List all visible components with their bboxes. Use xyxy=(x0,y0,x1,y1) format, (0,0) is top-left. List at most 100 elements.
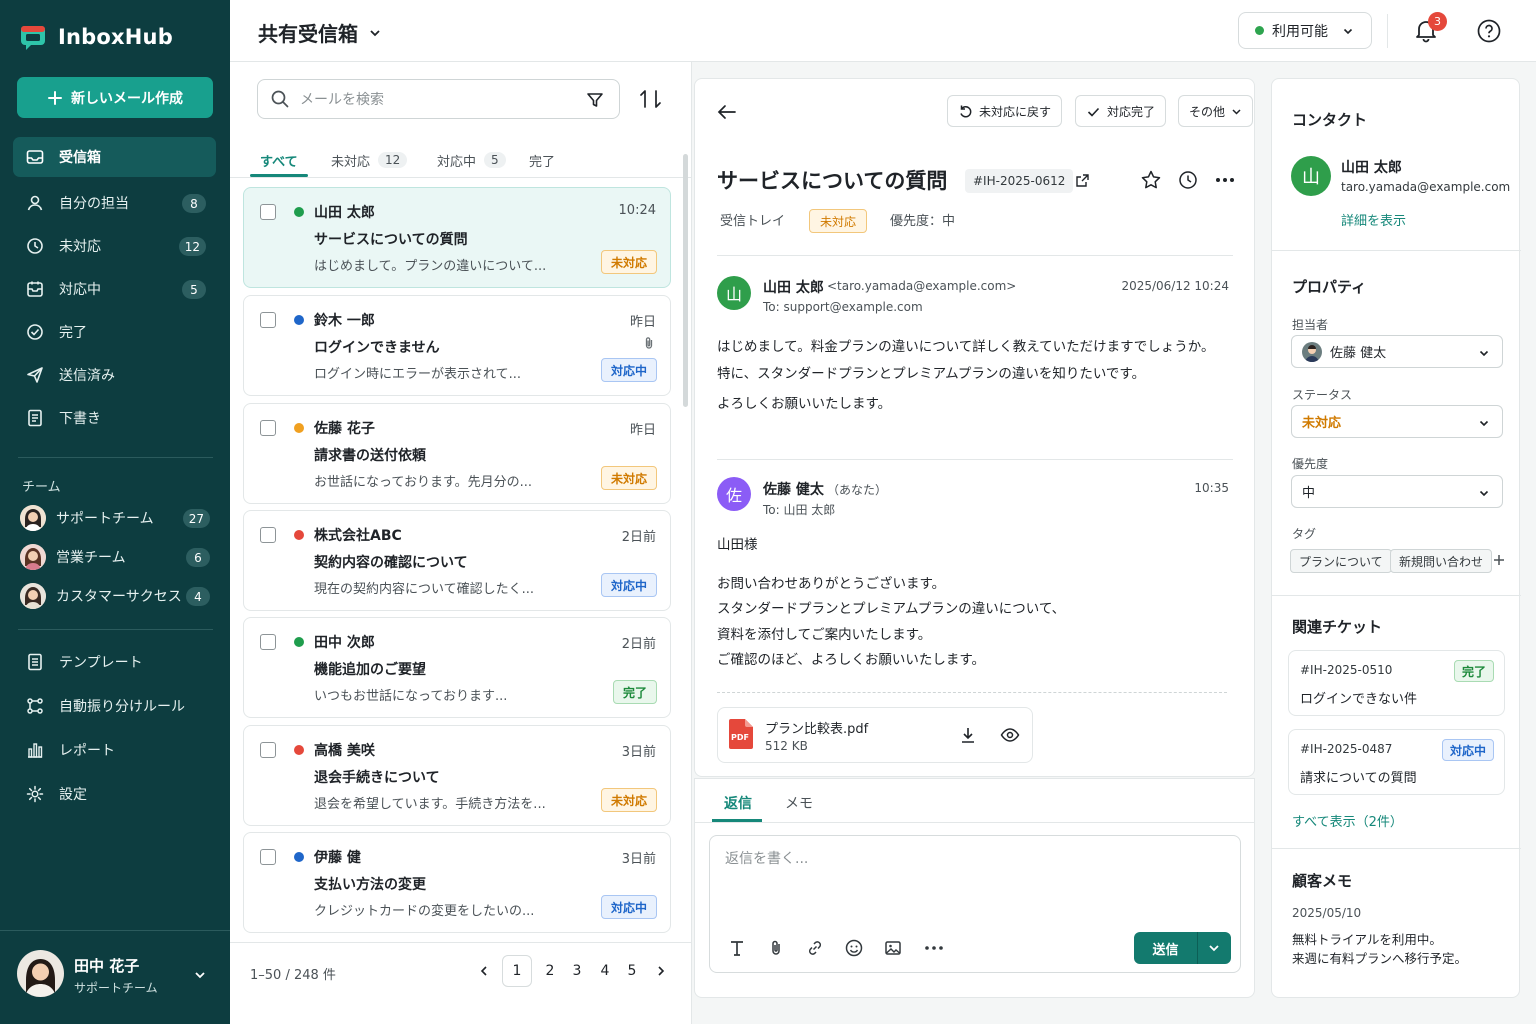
select-checkbox[interactable] xyxy=(260,312,276,328)
availability-dropdown[interactable]: 利用可能 xyxy=(1238,12,1372,49)
tab-pending[interactable]: 未対応 12 xyxy=(331,144,408,176)
send-button[interactable]: 送信 xyxy=(1134,939,1197,958)
mail-list-item[interactable]: 株式会社ABC 2日前 契約内容の確認について 現在の契約内容について確認したく...… xyxy=(243,510,671,611)
compose-label: 新しいメール作成 xyxy=(71,90,183,107)
mail-list-item[interactable]: 伊藤 健 3日前 支払い方法の変更 クレジットカードの変更をしたいの... 対応中 xyxy=(243,832,671,933)
sort-icon[interactable] xyxy=(638,87,664,111)
tab-all[interactable]: すべて xyxy=(260,144,298,176)
chevron-left-icon[interactable] xyxy=(477,964,491,978)
nav-label: レポート xyxy=(59,743,115,759)
mail-sender: 鈴木 一郎 xyxy=(314,313,375,329)
search-box[interactable]: メールを検索 xyxy=(257,79,620,119)
assignee-select[interactable]: 佐藤 健太 xyxy=(1291,335,1503,368)
tab-done[interactable]: 完了 xyxy=(529,144,555,176)
nav-templates[interactable]: テンプレート xyxy=(13,642,216,682)
nav-pending[interactable]: 未対応 12 xyxy=(13,226,216,266)
nav-settings[interactable]: 設定 xyxy=(13,774,216,814)
chevron-down-icon[interactable] xyxy=(1207,941,1221,955)
star-icon[interactable] xyxy=(1140,169,1162,191)
page-2[interactable]: 2 xyxy=(539,955,561,987)
more-actions-button[interactable]: その他 xyxy=(1178,95,1254,127)
related-ticket[interactable]: #IH-2025-0510 ログインできない件 完了 xyxy=(1288,650,1505,716)
filter-icon[interactable] xyxy=(585,90,605,110)
mark-done-button[interactable]: 対応完了 xyxy=(1075,95,1167,127)
contact-details-link[interactable]: 詳細を表示 xyxy=(1341,210,1406,229)
nav-reports[interactable]: レポート xyxy=(13,730,216,770)
compose-button[interactable]: 新しいメール作成 xyxy=(17,77,213,118)
reopen-button[interactable]: 未対応に戻す xyxy=(947,95,1063,127)
mail-list-item[interactable]: 高橋 美咲 3日前 退会手続きについて 退会を希望しています。手続き方法を... 未対応 xyxy=(243,725,671,826)
select-checkbox[interactable] xyxy=(260,742,276,758)
team-customer-success[interactable]: カスタマーサクセス 4 xyxy=(20,581,212,611)
paperclip-icon[interactable] xyxy=(767,939,785,957)
status-select[interactable]: 未対応 xyxy=(1291,405,1503,438)
search-input[interactable]: メールを検索 xyxy=(300,89,384,109)
help-icon[interactable] xyxy=(1476,18,1502,44)
team-support[interactable]: サポートチーム 27 xyxy=(20,503,212,533)
tab-label: 対応中 xyxy=(437,154,477,170)
mail-status-badge: 対応中 xyxy=(600,573,657,597)
mail-subject: 請求書の送付依頼 xyxy=(314,448,426,464)
snooze-clock-icon[interactable] xyxy=(1177,169,1199,191)
tab-memo[interactable]: メモ xyxy=(785,793,813,813)
select-checkbox[interactable] xyxy=(260,634,276,650)
priority-select[interactable]: 中 xyxy=(1291,475,1503,508)
mail-preview: はじめまして。プランの違いについて... xyxy=(314,259,547,274)
show-all-related-link[interactable]: すべて表示（2件） xyxy=(1292,811,1403,830)
select-checkbox[interactable] xyxy=(260,420,276,436)
mail-list-item[interactable]: 田中 次郎 2日前 機能追加のご要望 いつもお世話になっております... 完了 xyxy=(243,617,671,718)
current-user[interactable]: 田中 花子 サポートチーム xyxy=(0,930,230,1024)
nav-done[interactable]: 完了 xyxy=(13,312,216,352)
team-sales[interactable]: 営業チーム 6 xyxy=(20,542,212,572)
nav-my-assigned[interactable]: 自分の担当 8 xyxy=(13,183,216,223)
reply-input[interactable]: 返信を書く... xyxy=(725,848,808,868)
back-arrow-icon[interactable] xyxy=(717,103,737,121)
tag-chip[interactable]: プランについて xyxy=(1290,549,1392,573)
nav-sent[interactable]: 送信済み xyxy=(13,355,216,395)
text-format-icon[interactable] xyxy=(728,939,746,957)
top-bar: 共有受信箱 利用可能 3 xyxy=(230,0,1536,62)
page-5[interactable]: 5 xyxy=(621,955,643,987)
add-tag-plus-icon[interactable] xyxy=(1493,554,1505,566)
page-4[interactable]: 4 xyxy=(594,955,616,987)
related-ticket[interactable]: #IH-2025-0487 請求についての質問 対応中 xyxy=(1288,729,1505,795)
nav-drafts[interactable]: 下書き xyxy=(13,398,216,438)
mail-status-badge: 未対応 xyxy=(600,788,657,812)
tab-reply[interactable]: 返信 xyxy=(724,793,752,813)
link-icon[interactable] xyxy=(806,939,824,957)
inbox-switcher[interactable]: 共有受信箱 xyxy=(258,18,382,47)
download-icon[interactable] xyxy=(959,726,977,744)
page-1[interactable]: 1 xyxy=(502,955,532,987)
more-horizontal-icon[interactable] xyxy=(1214,175,1236,185)
reply-editor[interactable]: 返信を書く... 送信 xyxy=(709,835,1241,973)
chevron-right-icon[interactable] xyxy=(654,964,668,978)
emoji-icon[interactable] xyxy=(845,939,863,957)
tab-in-progress[interactable]: 対応中 5 xyxy=(437,144,506,176)
external-link-icon[interactable] xyxy=(1075,173,1090,188)
nav-inbox[interactable]: 受信箱 xyxy=(13,137,216,177)
section-divider xyxy=(1272,250,1521,251)
chevron-down-icon[interactable] xyxy=(193,968,207,982)
gear-icon xyxy=(26,785,44,803)
more-horizontal-icon[interactable] xyxy=(924,945,944,951)
select-checkbox[interactable] xyxy=(260,204,276,220)
mail-list-item[interactable]: 鈴木 一郎 昨日 ログインできません ログイン時にエラーが表示されて... 対応中 xyxy=(243,295,671,396)
mail-list-item[interactable]: 山田 太郎 10:24 サービスについての質問 はじめまして。プランの違いについて..… xyxy=(243,187,671,288)
page-3[interactable]: 3 xyxy=(566,955,588,987)
nav-auto-rules[interactable]: 自動振り分けルール xyxy=(13,686,216,726)
priority-value: 中 xyxy=(1302,486,1316,501)
notifications-button[interactable]: 3 xyxy=(1413,12,1447,45)
select-checkbox[interactable] xyxy=(260,527,276,543)
list-scrollbar[interactable] xyxy=(683,154,688,407)
team-count-badge: 6 xyxy=(186,548,210,567)
nav-in-progress[interactable]: 対応中 5 xyxy=(13,269,216,309)
mail-list-item[interactable]: 佐藤 花子 昨日 請求書の送付依頼 お世話になっております。先月分の... 未対応 xyxy=(243,403,671,504)
tab-count: 12 xyxy=(378,152,408,168)
tag-chip[interactable]: 新規問い合わせ xyxy=(1390,549,1493,573)
attachment-card[interactable]: PDF プラン比較表.pdf 512 KB xyxy=(717,707,1033,763)
preview-eye-icon[interactable] xyxy=(1000,727,1020,743)
team-label: 営業チーム xyxy=(56,550,126,566)
app-logo[interactable]: InboxHub xyxy=(18,22,173,52)
image-icon[interactable] xyxy=(884,939,902,957)
select-checkbox[interactable] xyxy=(260,849,276,865)
